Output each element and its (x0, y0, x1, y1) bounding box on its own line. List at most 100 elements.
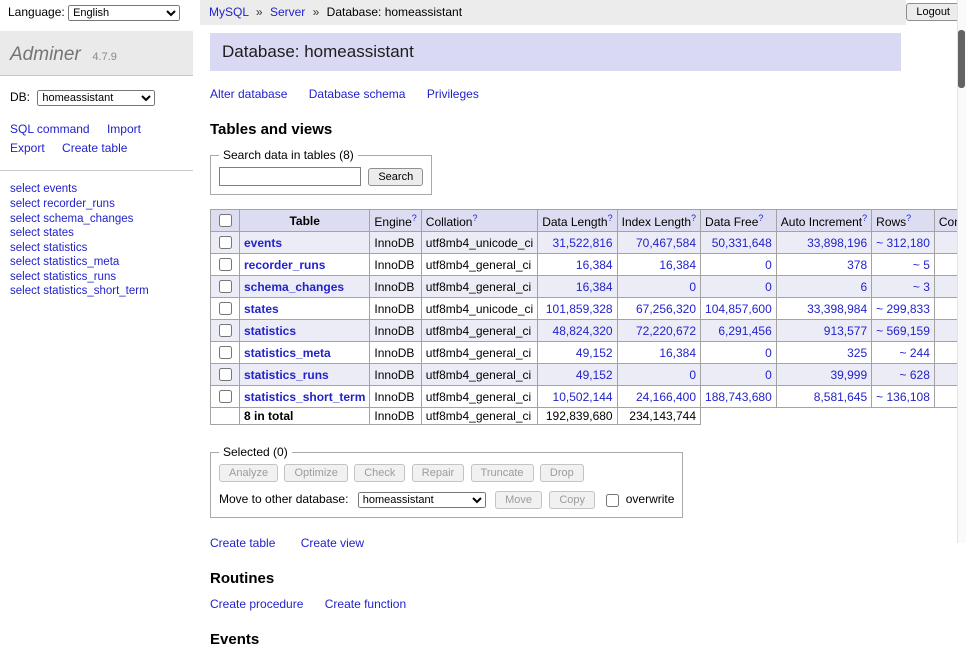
rows-link[interactable]: ~ 136,108 (876, 390, 930, 404)
data-free-link[interactable]: 50,331,648 (712, 236, 772, 250)
select-statistics-link[interactable]: select statistics (10, 242, 87, 254)
drop-button[interactable]: Drop (540, 464, 584, 482)
data-length-link[interactable]: 10,502,144 (553, 390, 613, 404)
auto-increment-link[interactable]: 325 (847, 346, 867, 360)
table-link[interactable]: schema_changes (244, 280, 344, 294)
adminer-logo[interactable]: Adminer (10, 44, 81, 65)
select-schema-changes-link[interactable]: select schema_changes (10, 213, 133, 225)
row-checkbox[interactable] (219, 390, 232, 403)
data-free-link[interactable]: 0 (765, 258, 772, 272)
import-link[interactable]: Import (107, 122, 141, 136)
search-button[interactable]: Search (368, 168, 423, 186)
move-db-select[interactable]: homeassistant (358, 492, 486, 508)
analyze-button[interactable]: Analyze (219, 464, 278, 482)
search-input[interactable] (219, 167, 361, 186)
data-length-link[interactable]: 49,152 (576, 368, 613, 382)
table-link[interactable]: states (244, 302, 279, 316)
copy-button[interactable]: Copy (549, 491, 595, 509)
data-length-link[interactable]: 16,384 (576, 280, 613, 294)
data-free-link[interactable]: 0 (765, 280, 772, 294)
data-free-link[interactable]: 0 (765, 346, 772, 360)
row-checkbox[interactable] (219, 302, 232, 315)
auto-increment-link[interactable]: 33,898,196 (807, 236, 867, 250)
select-statistics-meta-link[interactable]: select statistics_meta (10, 256, 119, 268)
sql-command-link[interactable]: SQL command (10, 122, 90, 136)
create-view-link[interactable]: Create view (301, 536, 364, 550)
help-link[interactable]: ? (862, 213, 867, 223)
row-checkbox[interactable] (219, 346, 232, 359)
row-checkbox[interactable] (219, 324, 232, 337)
database-schema-link[interactable]: Database schema (309, 87, 406, 101)
table-link[interactable]: events (244, 236, 282, 250)
rows-link[interactable]: ~ 5 (913, 258, 930, 272)
table-link[interactable]: statistics_runs (244, 368, 329, 382)
index-length-link[interactable]: 67,256,320 (636, 302, 696, 316)
select-states-link[interactable]: select states (10, 227, 74, 239)
alter-database-link[interactable]: Alter database (210, 87, 287, 101)
overwrite-checkbox[interactable] (606, 494, 619, 507)
data-free-link[interactable]: 6,291,456 (718, 324, 771, 338)
data-length-link[interactable]: 31,522,816 (553, 236, 613, 250)
rows-link[interactable]: ~ 628 (900, 368, 930, 382)
optimize-button[interactable]: Optimize (284, 464, 347, 482)
auto-increment-link[interactable]: 6 (860, 280, 867, 294)
create-function-link[interactable]: Create function (325, 597, 406, 611)
create-table-link[interactable]: Create table (210, 536, 275, 550)
rows-link[interactable]: ~ 312,180 (876, 236, 930, 250)
scrollbar-thumb[interactable] (958, 30, 965, 88)
rows-link[interactable]: ~ 569,159 (876, 324, 930, 338)
index-length-link[interactable]: 70,467,584 (636, 236, 696, 250)
data-length-link[interactable]: 49,152 (576, 346, 613, 360)
select-events-link[interactable]: select events (10, 183, 77, 195)
repair-button[interactable]: Repair (412, 464, 464, 482)
auto-increment-link[interactable]: 378 (847, 258, 867, 272)
truncate-button[interactable]: Truncate (471, 464, 534, 482)
help-link[interactable]: ? (758, 213, 763, 223)
move-button[interactable]: Move (495, 491, 542, 509)
help-link[interactable]: ? (691, 213, 696, 223)
data-length-link[interactable]: 48,824,320 (553, 324, 613, 338)
breadcrumb-mysql-link[interactable]: MySQL (209, 5, 249, 19)
language-select[interactable]: English (68, 5, 180, 21)
table-link[interactable]: recorder_runs (244, 258, 325, 272)
table-link[interactable]: statistics_short_term (244, 390, 365, 404)
index-length-link[interactable]: 0 (689, 280, 696, 294)
index-length-link[interactable]: 0 (689, 368, 696, 382)
help-link[interactable]: ? (412, 213, 417, 223)
auto-increment-link[interactable]: 39,999 (830, 368, 867, 382)
row-checkbox[interactable] (219, 258, 232, 271)
help-link[interactable]: ? (472, 213, 477, 223)
data-length-link[interactable]: 101,859,328 (546, 302, 613, 316)
index-length-link[interactable]: 16,384 (659, 346, 696, 360)
data-length-link[interactable]: 16,384 (576, 258, 613, 272)
data-free-link[interactable]: 188,743,680 (705, 390, 772, 404)
rows-link[interactable]: ~ 3 (913, 280, 930, 294)
select-statistics-runs-link[interactable]: select statistics_runs (10, 271, 116, 283)
row-checkbox[interactable] (219, 280, 232, 293)
auto-increment-link[interactable]: 33,398,984 (807, 302, 867, 316)
db-select[interactable]: homeassistant (37, 90, 155, 106)
index-length-link[interactable]: 16,384 (659, 258, 696, 272)
index-length-link[interactable]: 24,166,400 (636, 390, 696, 404)
row-checkbox[interactable] (219, 368, 232, 381)
table-link[interactable]: statistics (244, 324, 296, 338)
select-statistics-short-term-link[interactable]: select statistics_short_term (10, 285, 149, 297)
vertical-scrollbar[interactable] (957, 0, 966, 543)
privileges-link[interactable]: Privileges (427, 87, 479, 101)
row-checkbox[interactable] (219, 236, 232, 249)
select-all-checkbox[interactable] (219, 214, 232, 227)
auto-increment-link[interactable]: 913,577 (824, 324, 867, 338)
table-link[interactable]: statistics_meta (244, 346, 331, 360)
create-table-link-sidebar[interactable]: Create table (62, 141, 127, 155)
auto-increment-link[interactable]: 8,581,645 (814, 390, 867, 404)
rows-link[interactable]: ~ 299,833 (876, 302, 930, 316)
breadcrumb-server-link[interactable]: Server (270, 5, 305, 19)
select-recorder-runs-link[interactable]: select recorder_runs (10, 198, 115, 210)
help-link[interactable]: ? (906, 213, 911, 223)
data-free-link[interactable]: 104,857,600 (705, 302, 772, 316)
check-button[interactable]: Check (354, 464, 405, 482)
index-length-link[interactable]: 72,220,672 (636, 324, 696, 338)
data-free-link[interactable]: 0 (765, 368, 772, 382)
export-link[interactable]: Export (10, 141, 45, 155)
create-procedure-link[interactable]: Create procedure (210, 597, 303, 611)
